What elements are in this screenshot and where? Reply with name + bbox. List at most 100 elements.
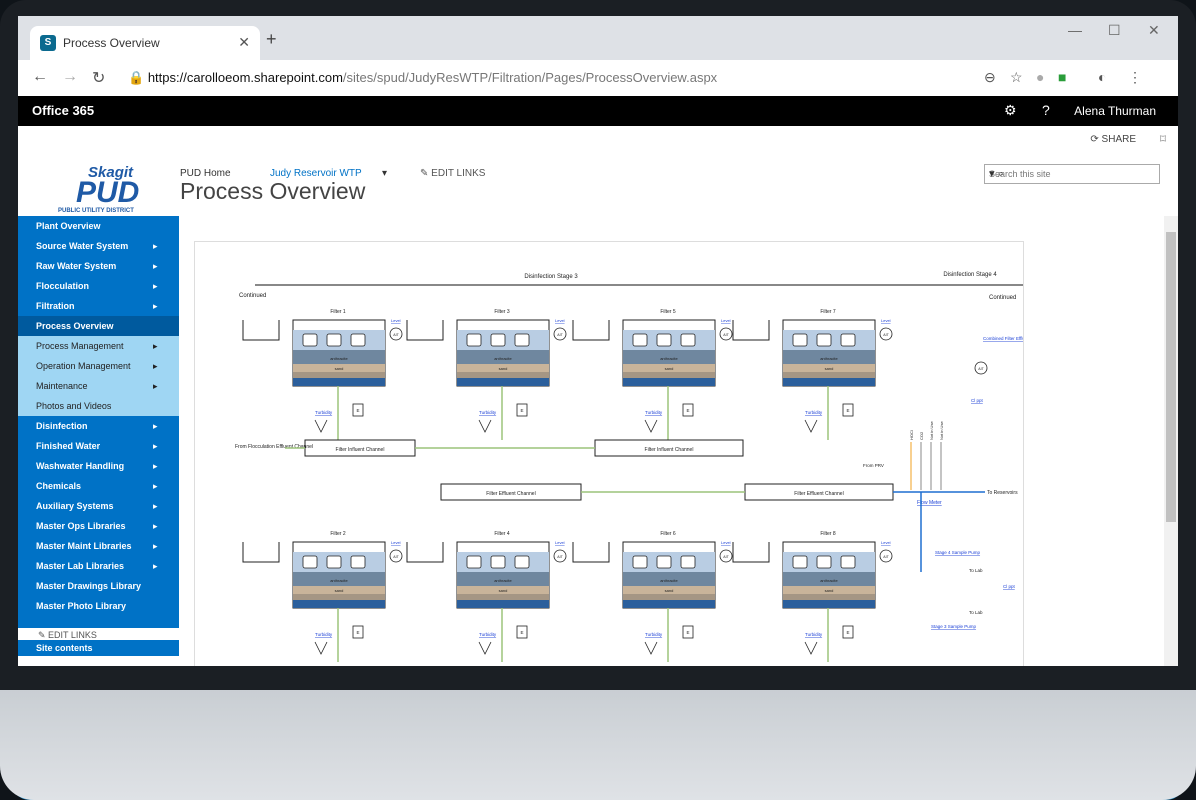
filter-label: Filter 7 [820, 309, 836, 315]
search-icon[interactable]: ▾ ⌕ [989, 167, 1155, 181]
close-tab-icon[interactable]: ✕ [238, 34, 250, 51]
reload-icon[interactable]: ↻ [92, 68, 105, 88]
sand-label: sand [665, 588, 674, 593]
sidebar-item-source-water-system[interactable]: Source Water System ▸ [18, 236, 179, 256]
sidebar-item-maintenance[interactable]: Maintenance ▸ [18, 376, 179, 396]
underdrain [623, 378, 715, 386]
chem-label: Not in Use [929, 421, 934, 440]
filter-label: Filter 8 [820, 531, 836, 537]
ait-label: AIT [883, 555, 889, 559]
bookmark-star-icon[interactable]: ☆ [1010, 69, 1023, 86]
sidebar-item-master-ops-libraries[interactable]: Master Ops Libraries ▸ [18, 516, 179, 536]
sidebar-item-flocculation[interactable]: Flocculation ▸ [18, 276, 179, 296]
trough-box [816, 555, 832, 569]
maximize-icon[interactable]: ☐ [1108, 22, 1121, 39]
sidebar-item-raw-water-system[interactable]: Raw Water System ▸ [18, 256, 179, 276]
sidebar-item-filtration[interactable]: Filtration ▸ [18, 296, 179, 316]
page-title: Process Overview [180, 178, 366, 204]
gravel-layer [623, 372, 715, 378]
chevron-right-icon: ▸ [153, 361, 158, 371]
sidebar-item-auxiliary-systems[interactable]: Auxiliary Systems ▸ [18, 496, 179, 516]
gravel-layer [783, 594, 875, 600]
sidebar-edit-links-label: EDIT LINKS [48, 630, 97, 640]
trough-box [840, 555, 856, 569]
scrollbar-thumb[interactable] [1166, 232, 1176, 522]
sidebar-item-master-maint-libraries[interactable]: Master Maint Libraries ▸ [18, 536, 179, 556]
settings-gear-icon[interactable]: ⚙ [1004, 102, 1017, 119]
sidebar-item-master-photo-library[interactable]: Master Photo Library [18, 596, 179, 616]
back-icon[interactable]: ← [32, 68, 48, 86]
turbidity-link: Turbidity [805, 410, 823, 415]
address-bar: ← → ↻ 🔒 https://carolloeom.sharepoint.co… [18, 60, 1178, 97]
filter-label: Filter 1 [330, 309, 346, 315]
search-input[interactable]: Search this site ▾ ⌕ [984, 164, 1160, 184]
forward-icon[interactable]: → [62, 68, 78, 86]
user-name[interactable]: Alena Thurman [1074, 104, 1156, 118]
office365-bar: Office 365 ⚙ ? Alena Thurman [18, 96, 1178, 126]
e-label: E [846, 630, 849, 635]
level-link: Level [881, 318, 891, 323]
sidebar-item-photos-and-videos[interactable]: Photos and Videos [18, 396, 179, 416]
sidebar-item-process-management[interactable]: Process Management ▸ [18, 336, 179, 356]
trough-box [350, 333, 366, 347]
help-icon[interactable]: ? [1042, 102, 1050, 118]
scrollbar[interactable] [1164, 216, 1178, 666]
extension-green-icon[interactable]: ■ [1058, 69, 1066, 85]
sidebar-item-finished-water[interactable]: Finished Water ▸ [18, 436, 179, 456]
trough-box [632, 555, 648, 569]
trough-box [350, 555, 366, 569]
share-button[interactable]: ⟳ SHARE [1090, 134, 1136, 145]
browser-tab[interactable]: S Process Overview ✕ [30, 26, 260, 60]
sidebar-item-label: Master Ops Libraries [36, 521, 126, 531]
sidebar-item-label: Process Overview [36, 321, 114, 331]
menu-icon[interactable]: ⋮ [1128, 69, 1142, 86]
focus-mode-icon[interactable]: ⌑ [1160, 132, 1166, 146]
filter-label: Filter 2 [330, 531, 346, 537]
close-window-icon[interactable]: ✕ [1148, 22, 1160, 39]
sidebar-item-chemicals[interactable]: Chemicals ▸ [18, 476, 179, 496]
ait-label: AIT [393, 555, 399, 559]
sand-label: sand [825, 588, 834, 593]
sidebar-item-master-drawings-library[interactable]: Master Drawings Library [18, 576, 179, 596]
sidebar-item-label: Finished Water [36, 441, 101, 451]
extension-icon[interactable]: ● [1036, 69, 1044, 85]
url-field[interactable]: 🔒 https://carolloeom.sharepoint.com/site… [128, 67, 958, 89]
sidebar-item-operation-management[interactable]: Operation Management ▸ [18, 356, 179, 376]
sand-label: sand [499, 366, 508, 371]
sidebar-item-label: Operation Management [36, 361, 131, 371]
gravel-layer [293, 372, 385, 378]
drain-arrow [644, 419, 658, 433]
sidebar-item-process-overview[interactable]: Process Overview [18, 316, 179, 336]
sidebar-item-label: Plant Overview [36, 221, 101, 231]
chevron-right-icon: ▸ [153, 541, 158, 551]
chevron-right-icon: ▸ [153, 441, 158, 451]
new-tab-button[interactable]: + [266, 29, 277, 50]
logo-sub: PUBLIC UTILITY DISTRICT [58, 208, 134, 214]
url-host: https://carolloeom.sharepoint.com [147, 70, 343, 85]
zoom-icon[interactable]: ⊖ [984, 69, 996, 86]
chem-label: HOCl [909, 430, 914, 440]
sidebar-item-label: Disinfection [36, 421, 88, 431]
sidebar-item-master-lab-libraries[interactable]: Master Lab Libraries ▸ [18, 556, 179, 576]
sidebar-item-plant-overview[interactable]: Plant Overview [18, 216, 179, 236]
office365-brand[interactable]: Office 365 [32, 103, 94, 118]
trough-box [302, 555, 318, 569]
top-edit-links[interactable]: ✎ EDIT LINKS [420, 168, 485, 179]
profile-icon[interactable]: ◐ [1098, 69, 1106, 85]
site-logo[interactable]: Skagit PUD PUBLIC UTILITY DISTRICT [58, 164, 158, 214]
trough-box [656, 333, 672, 347]
sidebar-item-label: Photos and Videos [36, 401, 112, 411]
sidebar-item-label: Auxiliary Systems [36, 501, 114, 511]
site-contents-link[interactable]: Site contents [18, 640, 179, 656]
underdrain [783, 600, 875, 608]
minimize-icon[interactable]: — [1068, 22, 1082, 38]
nav-dropdown-icon[interactable]: ▾ [382, 168, 387, 179]
sidebar-item-disinfection[interactable]: Disinfection ▸ [18, 416, 179, 436]
gravel-layer [623, 594, 715, 600]
trough [406, 542, 444, 563]
anthracite-label: anthracite [660, 356, 678, 361]
sidebar-item-washwater-handling[interactable]: Washwater Handling ▸ [18, 456, 179, 476]
effluent-label-1: Filter Effluent Channel [486, 491, 535, 497]
e-label: E [686, 630, 689, 635]
turbidity-link: Turbidity [645, 632, 663, 637]
